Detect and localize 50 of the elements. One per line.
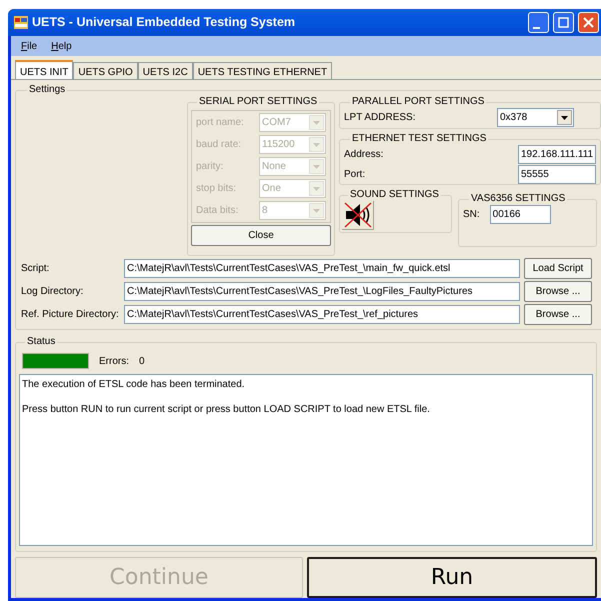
minimize-button[interactable] [528, 12, 549, 33]
field-label: Data bits: [196, 204, 238, 218]
field-label: SN: [463, 208, 480, 222]
text-field[interactable]: C:\MatejR\avl\Tests\CurrentTestCases\VAS_PreTest_\ref_pictures [124, 305, 520, 324]
window-title: UETS - Universal Embedded Testing System [32, 14, 296, 32]
log-line: Press button RUN to run current script or press button LOAD SCRIPT to load new ETSL file. [22, 403, 431, 417]
tab[interactable]: UETS TESTING ETHERNET [192, 62, 332, 79]
field-label: LPT ADDRESS: [344, 111, 416, 125]
menu-item[interactable]: Help [51, 38, 72, 54]
field-label: stop bits: [196, 182, 236, 196]
errors-label: Errors: [99, 354, 129, 368]
text-field[interactable]: C:\MatejR\avl\Tests\CurrentTestCases\VAS_PreTest_\LogFiles_FaultyPictures [124, 282, 520, 301]
field-label: Port: [344, 168, 366, 182]
menu-item[interactable]: File [21, 38, 38, 54]
field-label: Ref. Picture Directory: [21, 308, 120, 322]
muted-speaker-icon [342, 201, 372, 229]
text-field[interactable]: 55555 [518, 165, 596, 184]
field-label: Log Directory: [21, 285, 84, 299]
close-icon [583, 17, 594, 28]
group-title: PARALLEL PORT SETTINGS [351, 96, 486, 108]
minimize-icon [533, 26, 540, 28]
close-button[interactable] [578, 12, 599, 33]
path-button[interactable]: Load Script [524, 258, 592, 279]
group-title: Status [26, 336, 56, 348]
path-button[interactable]: Browse ... [524, 281, 592, 302]
field-label: Script: [21, 262, 50, 276]
group-title: SOUND SETTINGS [349, 189, 440, 201]
dropdown[interactable]: 0x378 [497, 108, 574, 127]
text-field[interactable]: 00166 [490, 205, 551, 224]
muted-speaker-button[interactable] [342, 201, 374, 230]
field-label: parity: [196, 160, 224, 174]
text-field[interactable]: C:\MatejR\avl\Tests\CurrentTestCases\VAS_PreTest_\main_fw_quick.etsl [124, 259, 520, 278]
maximize-icon [558, 17, 569, 28]
group-title: Settings [28, 84, 66, 96]
tab[interactable]: UETS I2C [138, 62, 193, 79]
maximize-button[interactable] [553, 12, 574, 33]
field-label: port name: [196, 116, 244, 130]
text-field[interactable]: 192.168.111.111 [518, 145, 596, 164]
group-title: SERIAL PORT SETTINGS [198, 96, 318, 108]
field-label: Address: [344, 148, 384, 162]
app-icon [14, 16, 28, 29]
group-title: VAS6356 SETTINGS [470, 193, 566, 205]
tab[interactable]: UETS INIT [15, 60, 74, 79]
tab[interactable]: UETS GPIO [73, 62, 138, 79]
path-button[interactable]: Browse ... [524, 304, 592, 325]
group-title: ETHERNET TEST SETTINGS [351, 133, 488, 145]
log-line: The execution of ETSL code has been terminated. [22, 378, 246, 392]
action-button[interactable]: Run [307, 557, 597, 598]
errors-count: 0 [139, 354, 145, 368]
field-label: baud rate: [196, 138, 242, 152]
